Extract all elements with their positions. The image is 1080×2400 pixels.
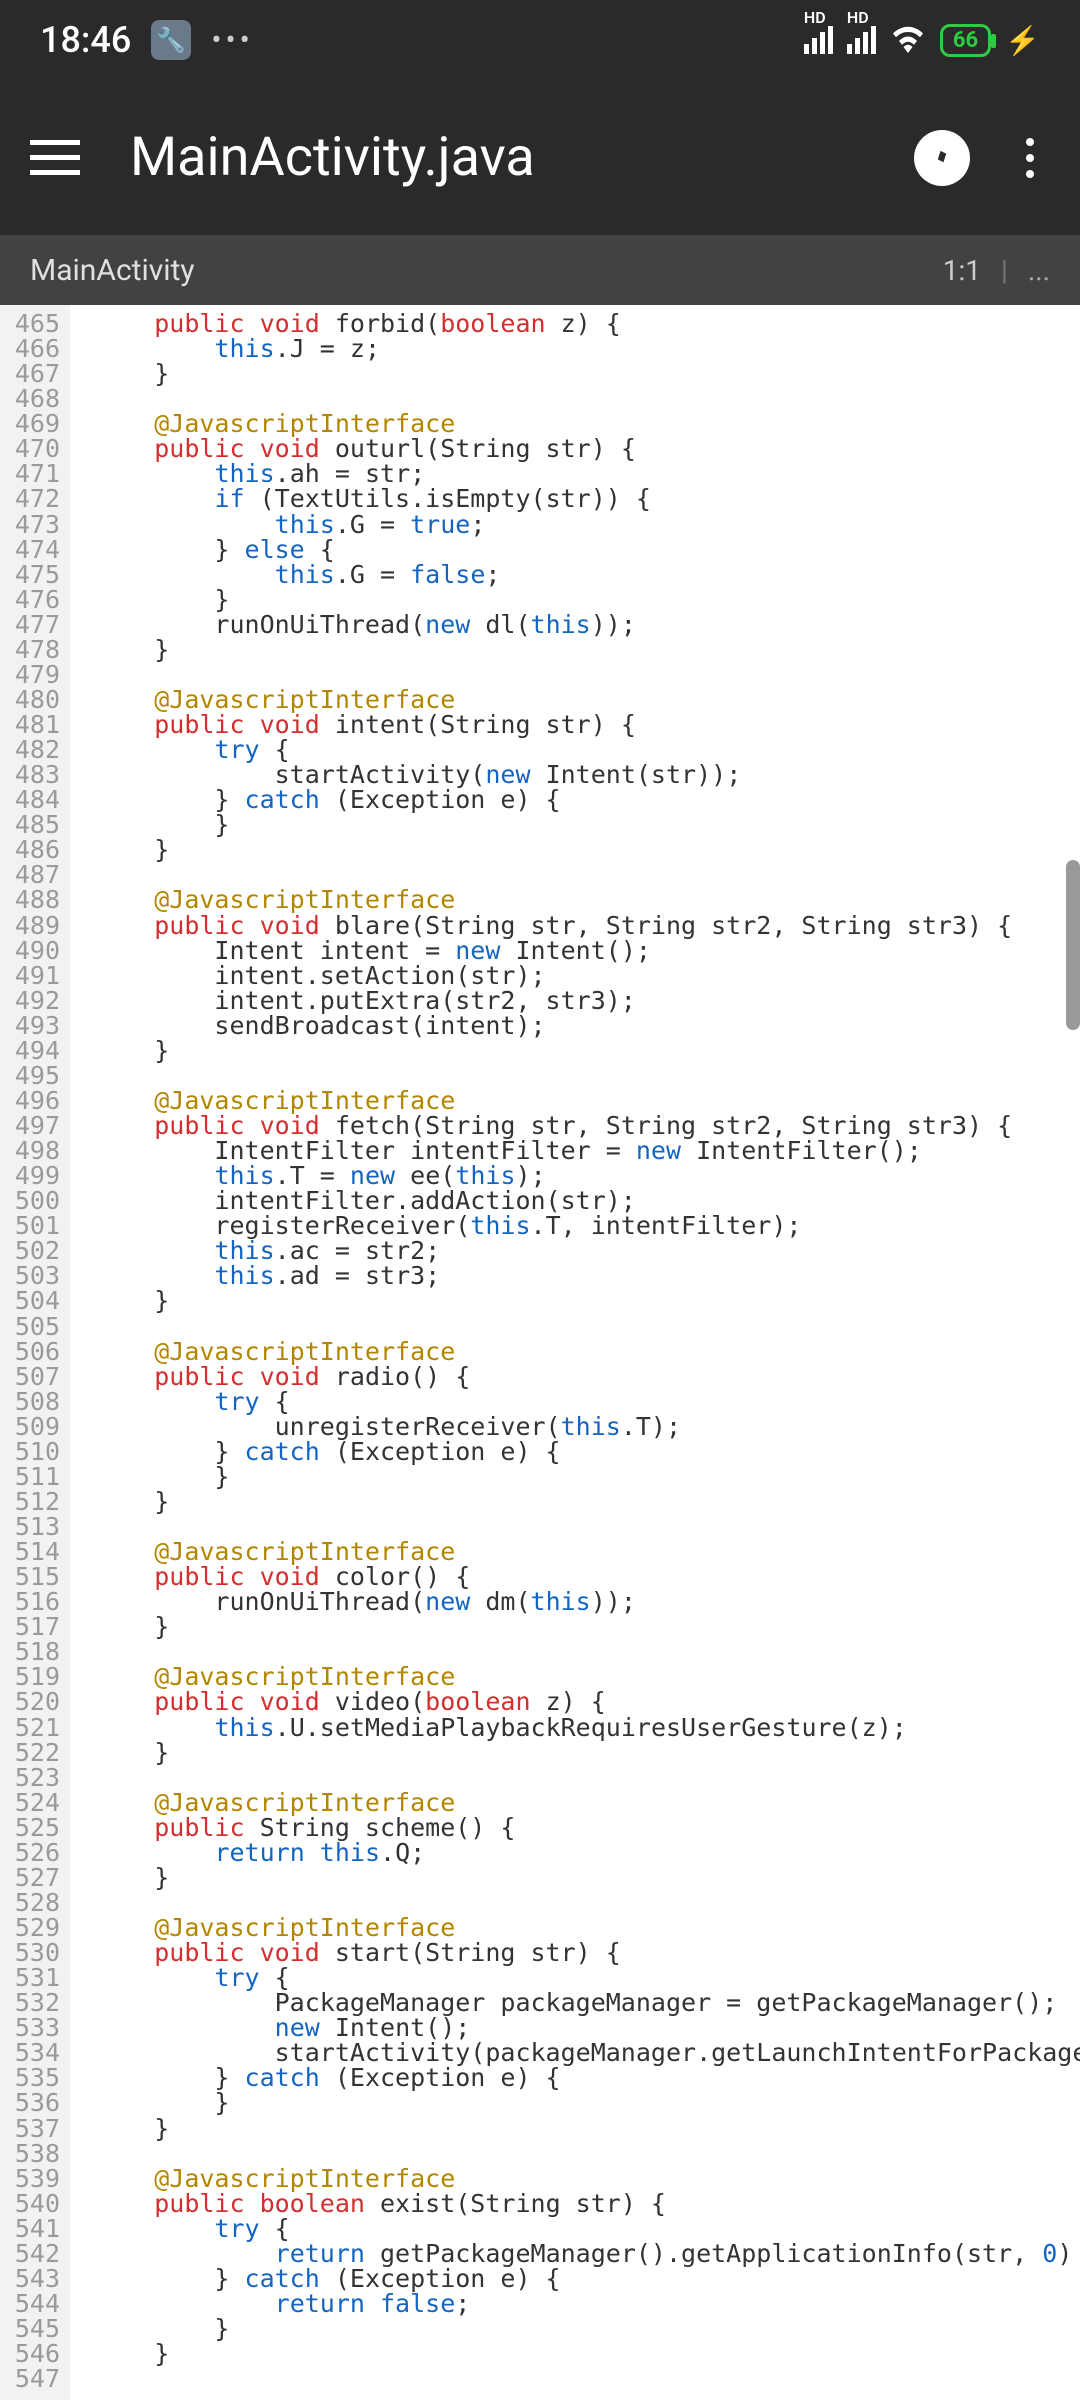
status-right: HD HD 66 ⚡ (804, 21, 1040, 59)
notification-dots-icon: ••• (211, 23, 253, 58)
breadcrumb-bar: MainActivity 1:1 | ... (0, 235, 1080, 305)
status-left: 18:46 🔧 ••• (40, 19, 254, 61)
status-time: 18:46 (40, 19, 131, 61)
app-bar: MainActivity.java (0, 80, 1080, 235)
line-number-gutter: 465 466 467 468 469 470 471 472 473 474 … (0, 305, 70, 2400)
cursor-position[interactable]: 1:1 (943, 254, 981, 287)
code-editor[interactable]: 465 466 467 468 469 470 471 472 473 474 … (0, 305, 1080, 2400)
menu-icon[interactable] (30, 128, 90, 188)
charging-icon: ⚡ (1005, 24, 1040, 57)
more-options-icon[interactable] (1010, 138, 1050, 178)
wifi-icon (890, 23, 926, 61)
breadcrumb[interactable]: MainActivity (30, 253, 195, 288)
signal-2-icon: HD (847, 26, 876, 54)
settings-icon: 🔧 (151, 20, 191, 60)
battery-icon: 66 (940, 24, 991, 57)
navigate-icon[interactable] (914, 130, 970, 186)
status-bar: 18:46 🔧 ••• HD HD 66 ⚡ (0, 0, 1080, 80)
crumb-more-icon[interactable]: ... (1028, 254, 1050, 287)
scrollbar-thumb[interactable] (1066, 860, 1080, 1030)
code-content[interactable]: public void forbid(boolean z) { this.J =… (70, 305, 1080, 2400)
signal-1-icon: HD (804, 26, 833, 54)
app-title: MainActivity.java (130, 126, 914, 189)
